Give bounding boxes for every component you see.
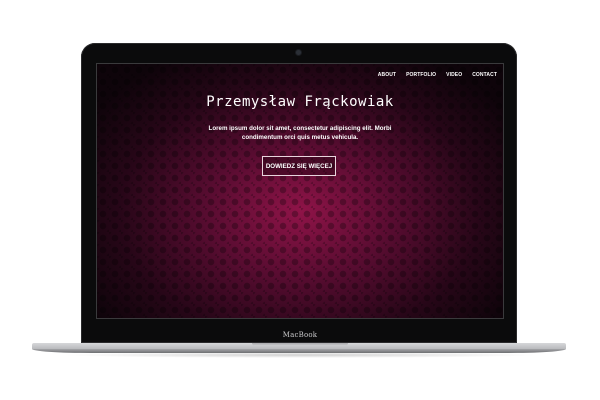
laptop-base-edge <box>32 349 566 353</box>
laptop-mockup: ABOUT PORTFOLIO VIDEO CONTACT Przemysław… <box>0 0 600 400</box>
site-nav: ABOUT PORTFOLIO VIDEO CONTACT <box>378 72 497 78</box>
nav-item-contact[interactable]: CONTACT <box>472 72 497 78</box>
learn-more-button[interactable]: DOWIEDZ SIĘ WIĘCEJ <box>262 156 336 176</box>
laptop-opening-notch <box>252 343 348 346</box>
laptop-screen: ABOUT PORTFOLIO VIDEO CONTACT Przemysław… <box>96 63 504 319</box>
nav-item-video[interactable]: VIDEO <box>446 72 462 78</box>
device-brand-label: MacBook <box>282 331 318 339</box>
camera-icon <box>296 50 301 55</box>
nav-item-about[interactable]: ABOUT <box>378 72 396 78</box>
hero-subtitle: Lorem ipsum dolor sit amet, consectetur … <box>208 125 392 141</box>
hero-title: Przemysław Frąckowiak <box>206 94 394 110</box>
nav-item-portfolio[interactable]: PORTFOLIO <box>406 72 436 78</box>
